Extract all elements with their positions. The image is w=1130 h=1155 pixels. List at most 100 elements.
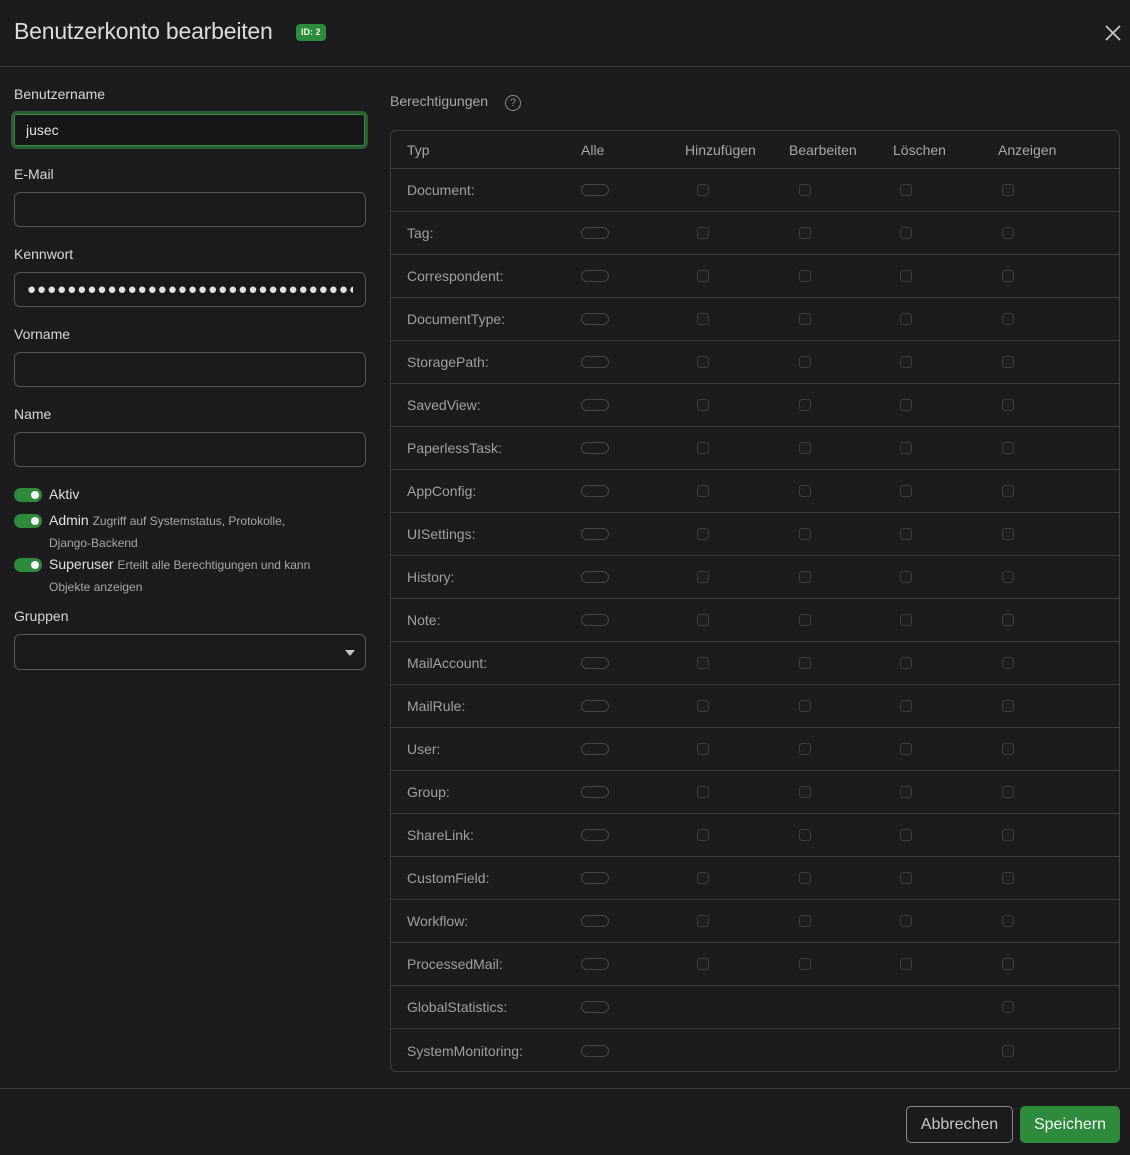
permission-delete-checkbox[interactable] [900,786,912,798]
permission-view-checkbox[interactable] [1002,614,1014,626]
permission-change-checkbox[interactable] [799,270,811,282]
permission-all-switch[interactable] [581,442,609,454]
permission-view-checkbox[interactable] [1002,184,1014,196]
help-icon[interactable]: ? [505,95,521,111]
permission-view-checkbox[interactable] [1002,442,1014,454]
permission-add-checkbox[interactable] [697,657,709,669]
permission-view-checkbox[interactable] [1002,915,1014,927]
superuser-switch[interactable] [14,558,42,572]
permission-all-switch[interactable] [581,958,609,970]
permission-all-switch[interactable] [581,829,609,841]
permission-view-checkbox[interactable] [1002,399,1014,411]
permission-change-checkbox[interactable] [799,356,811,368]
firstname-input[interactable] [14,352,366,387]
permission-all-switch[interactable] [581,700,609,712]
permission-delete-checkbox[interactable] [900,829,912,841]
username-input[interactable] [11,111,368,149]
permission-all-switch[interactable] [581,657,609,669]
permission-view-checkbox[interactable] [1002,485,1014,497]
email-input[interactable] [14,192,366,227]
permission-view-checkbox[interactable] [1002,270,1014,282]
permission-view-checkbox[interactable] [1002,657,1014,669]
permission-all-switch[interactable] [581,872,609,884]
permission-delete-checkbox[interactable] [900,399,912,411]
permission-view-checkbox[interactable] [1002,958,1014,970]
permission-delete-checkbox[interactable] [900,270,912,282]
permission-change-checkbox[interactable] [799,657,811,669]
permission-all-switch[interactable] [581,313,609,325]
permission-change-checkbox[interactable] [799,700,811,712]
permission-all-switch[interactable] [581,227,609,239]
permission-all-switch[interactable] [581,915,609,927]
permission-change-checkbox[interactable] [799,442,811,454]
permission-all-switch[interactable] [581,399,609,411]
permission-view-checkbox[interactable] [1002,356,1014,368]
permission-change-checkbox[interactable] [799,528,811,540]
password-input[interactable] [14,272,366,307]
permission-delete-checkbox[interactable] [900,227,912,239]
permission-all-switch[interactable] [581,1044,609,1057]
permission-delete-checkbox[interactable] [900,700,912,712]
permission-add-checkbox[interactable] [697,829,709,841]
permission-view-checkbox[interactable] [1002,571,1014,583]
permission-view-checkbox[interactable] [1002,1044,1014,1057]
permission-change-checkbox[interactable] [799,571,811,583]
permission-add-checkbox[interactable] [697,786,709,798]
permission-delete-checkbox[interactable] [900,485,912,497]
permission-change-checkbox[interactable] [799,786,811,798]
permission-view-checkbox[interactable] [1002,700,1014,712]
permission-add-checkbox[interactable] [697,958,709,970]
permission-add-checkbox[interactable] [697,571,709,583]
permission-delete-checkbox[interactable] [900,872,912,884]
permission-delete-checkbox[interactable] [900,743,912,755]
permission-add-checkbox[interactable] [697,485,709,497]
permission-delete-checkbox[interactable] [900,184,912,196]
permission-delete-checkbox[interactable] [900,571,912,583]
permission-add-checkbox[interactable] [697,313,709,325]
permission-add-checkbox[interactable] [697,399,709,411]
permission-change-checkbox[interactable] [799,614,811,626]
permission-all-switch[interactable] [581,571,609,583]
permission-add-checkbox[interactable] [697,528,709,540]
permission-all-switch[interactable] [581,743,609,755]
permission-view-checkbox[interactable] [1002,786,1014,798]
permission-view-checkbox[interactable] [1002,227,1014,239]
permission-delete-checkbox[interactable] [900,442,912,454]
permission-all-switch[interactable] [581,614,609,626]
permission-all-switch[interactable] [581,356,609,368]
permission-delete-checkbox[interactable] [900,657,912,669]
permission-add-checkbox[interactable] [697,614,709,626]
permission-change-checkbox[interactable] [799,829,811,841]
permission-change-checkbox[interactable] [799,399,811,411]
permission-view-checkbox[interactable] [1002,1001,1014,1013]
permission-delete-checkbox[interactable] [900,313,912,325]
permission-add-checkbox[interactable] [697,270,709,282]
permission-view-checkbox[interactable] [1002,872,1014,884]
permission-delete-checkbox[interactable] [900,915,912,927]
permission-change-checkbox[interactable] [799,958,811,970]
permission-change-checkbox[interactable] [799,485,811,497]
active-switch[interactable] [14,488,42,502]
permission-add-checkbox[interactable] [697,915,709,927]
permission-add-checkbox[interactable] [697,184,709,196]
permission-change-checkbox[interactable] [799,227,811,239]
permission-add-checkbox[interactable] [697,700,709,712]
permission-delete-checkbox[interactable] [900,614,912,626]
admin-switch[interactable] [14,514,42,528]
permission-all-switch[interactable] [581,1001,609,1013]
permission-add-checkbox[interactable] [697,356,709,368]
lastname-input[interactable] [14,432,366,467]
permission-view-checkbox[interactable] [1002,313,1014,325]
permission-change-checkbox[interactable] [799,915,811,927]
permission-change-checkbox[interactable] [799,184,811,196]
permission-delete-checkbox[interactable] [900,528,912,540]
permission-add-checkbox[interactable] [697,442,709,454]
permission-view-checkbox[interactable] [1002,743,1014,755]
permission-change-checkbox[interactable] [799,872,811,884]
cancel-button[interactable]: Abbrechen [906,1106,1013,1143]
permission-all-switch[interactable] [581,184,609,196]
permission-delete-checkbox[interactable] [900,356,912,368]
permission-all-switch[interactable] [581,270,609,282]
permission-change-checkbox[interactable] [799,743,811,755]
permission-all-switch[interactable] [581,528,609,540]
